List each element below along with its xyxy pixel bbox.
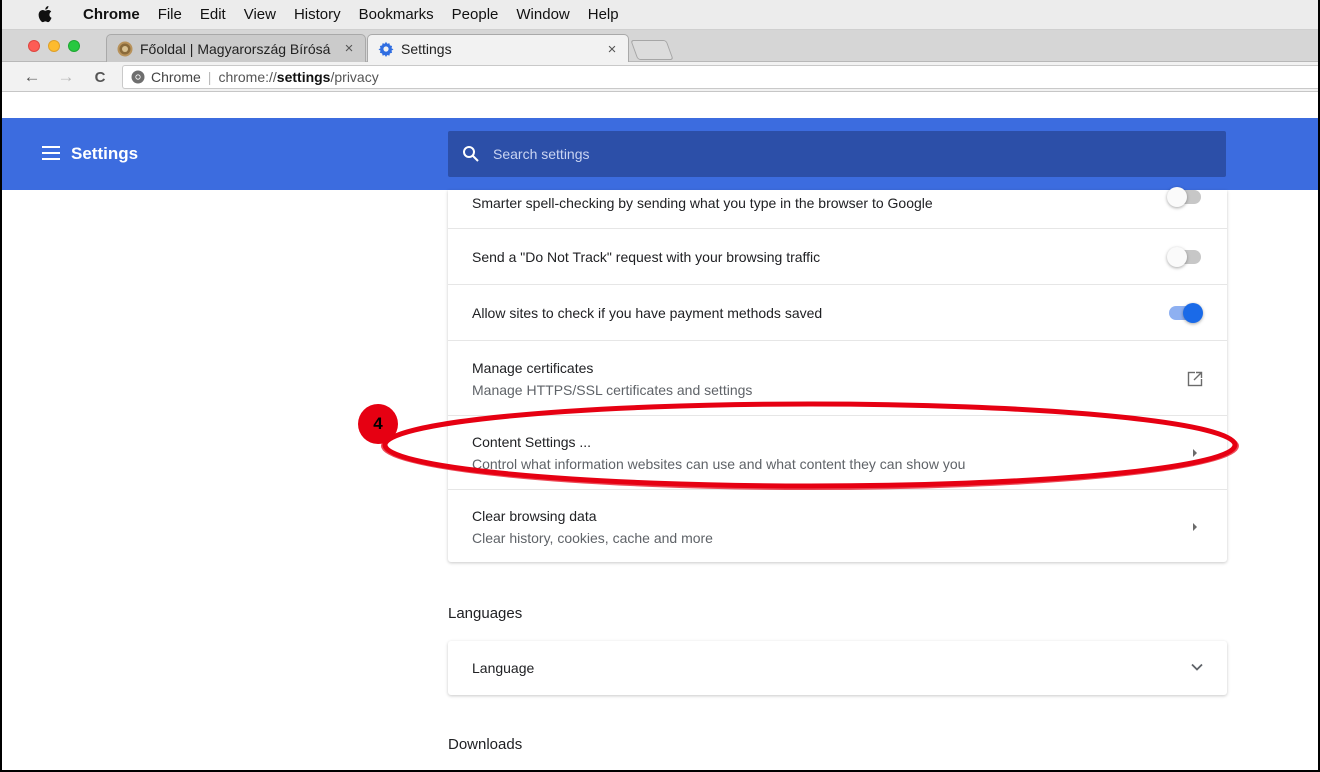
- menu-chrome[interactable]: Chrome: [74, 0, 149, 30]
- downloads-heading: Downloads: [448, 736, 523, 753]
- row-title: Allow sites to check if you have payment…: [472, 305, 823, 321]
- spell-check-toggle[interactable]: [1167, 187, 1203, 207]
- chrome-logo-icon: [131, 70, 145, 84]
- do-not-track-toggle[interactable]: [1167, 247, 1203, 267]
- tab-label: Főoldal | Magyarország Bírósá: [140, 40, 331, 57]
- arrow-right-icon: [1193, 523, 1197, 531]
- row-title: Clear browsing data: [472, 508, 597, 524]
- clear-browsing-data-row[interactable]: Clear browsing data Clear history, cooki…: [448, 489, 1227, 562]
- menu-hamburger-icon[interactable]: [42, 146, 60, 160]
- gear-icon: [378, 41, 394, 57]
- zoom-window-button[interactable]: [68, 40, 80, 52]
- tab-close-icon[interactable]: ×: [604, 41, 620, 58]
- row-title: Manage certificates: [472, 360, 594, 376]
- menu-items: Chrome File Edit View History Bookmarks …: [74, 0, 628, 30]
- row-title: Send a "Do Not Track" request with your …: [472, 249, 821, 265]
- back-button[interactable]: ←: [22, 67, 42, 87]
- open-in-new-icon[interactable]: [1187, 371, 1203, 387]
- url-path: /privacy: [330, 69, 379, 85]
- menu-help[interactable]: Help: [579, 0, 628, 30]
- menu-edit[interactable]: Edit: [191, 0, 235, 30]
- url-host: settings: [276, 69, 331, 85]
- secure-chip-label: Chrome: [151, 69, 201, 85]
- back-arrow-icon: ←: [23, 67, 41, 86]
- row-subtitle: Manage HTTPS/SSL certificates and settin…: [472, 382, 753, 398]
- row-subtitle: Clear history, cookies, cache and more: [472, 530, 713, 546]
- step-number-badge: 4: [358, 404, 398, 444]
- forward-button[interactable]: →: [56, 67, 76, 87]
- search-input[interactable]: [493, 146, 1173, 162]
- menu-bookmarks[interactable]: Bookmarks: [350, 0, 443, 30]
- menu-view[interactable]: View: [235, 0, 285, 30]
- url-scheme: chrome://: [218, 69, 277, 85]
- tab-courts[interactable]: Főoldal | Magyarország Bírósá ×: [106, 34, 366, 62]
- chevron-down-icon[interactable]: [1191, 663, 1203, 671]
- menu-history[interactable]: History: [285, 0, 350, 30]
- page-title: Settings: [71, 144, 139, 163]
- minimize-window-button[interactable]: [48, 40, 60, 52]
- settings-header: Settings: [2, 118, 1318, 190]
- menu-people[interactable]: People: [443, 0, 508, 30]
- languages-heading: Languages: [448, 605, 523, 622]
- menu-file[interactable]: File: [149, 0, 191, 30]
- tab-settings[interactable]: Settings ×: [367, 34, 629, 63]
- payment-methods-toggle[interactable]: [1167, 303, 1203, 323]
- tab-close-icon[interactable]: ×: [341, 40, 357, 57]
- close-window-button[interactable]: [28, 40, 40, 52]
- new-tab-button[interactable]: [630, 40, 674, 60]
- court-seal-icon: [117, 41, 133, 56]
- row-subtitle: Smarter spell-checking by sending what y…: [472, 195, 933, 211]
- menu-window[interactable]: Window: [507, 0, 578, 30]
- do-not-track-row[interactable]: Send a "Do Not Track" request with your …: [448, 228, 1227, 284]
- search-settings-box[interactable]: [448, 131, 1226, 177]
- browser-window: Chrome File Edit View History Bookmarks …: [0, 0, 1320, 772]
- mac-menu-bar: Chrome File Edit View History Bookmarks …: [2, 0, 1318, 30]
- search-icon: [463, 146, 479, 162]
- tab-label: Settings: [401, 41, 452, 57]
- forward-arrow-icon: →: [57, 67, 75, 86]
- reload-button[interactable]: C: [90, 67, 110, 87]
- privacy-card: Smarter spell-checking by sending what y…: [448, 187, 1227, 562]
- url-separator: |: [207, 69, 212, 85]
- browser-toolbar: ← → C Chrome | chrome://settings/privacy: [2, 62, 1318, 92]
- apple-icon[interactable]: [38, 5, 54, 23]
- address-bar[interactable]: Chrome | chrome://settings/privacy: [122, 65, 1318, 89]
- language-row[interactable]: Language: [448, 641, 1227, 695]
- reload-icon: C: [94, 68, 106, 86]
- spell-check-row[interactable]: Smarter spell-checking by sending what y…: [448, 187, 1227, 228]
- annotation-ellipse: [381, 401, 1239, 490]
- row-title: Language: [472, 660, 535, 676]
- tab-strip: Főoldal | Magyarország Bírósá × Settings…: [2, 30, 1318, 63]
- payment-methods-row[interactable]: Allow sites to check if you have payment…: [448, 284, 1227, 340]
